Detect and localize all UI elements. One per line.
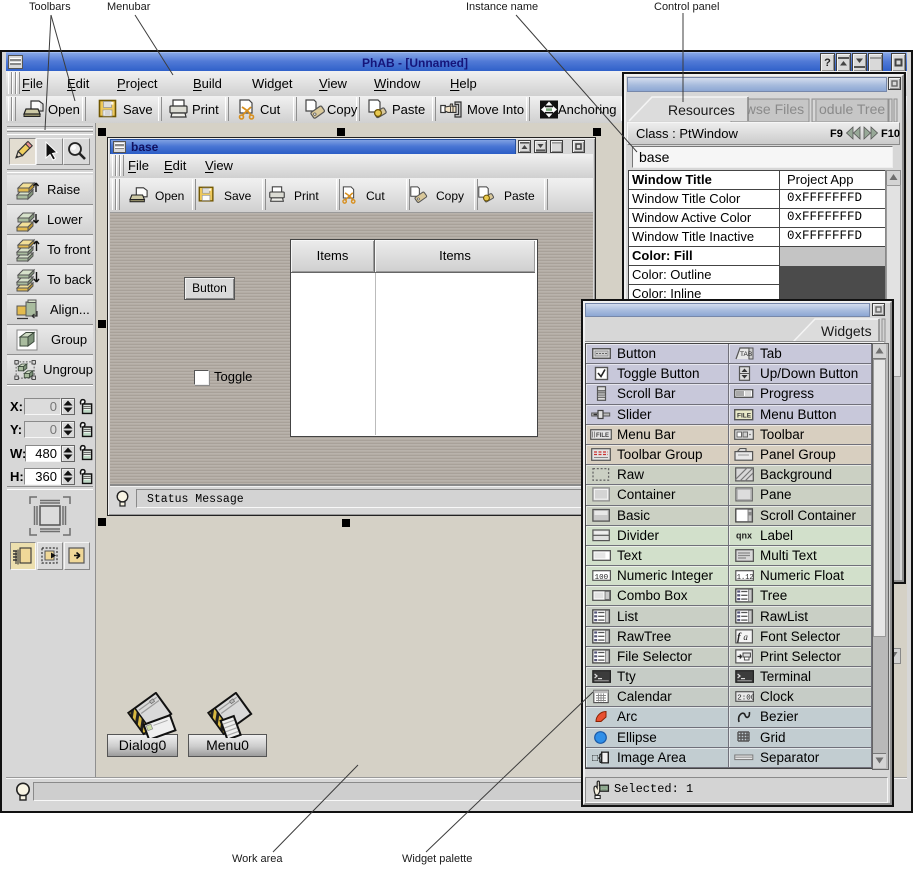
svg-text:Widgets: Widgets <box>821 323 872 339</box>
svg-text:odule Tree: odule Tree <box>819 101 885 117</box>
svg-text:2:00: 2:00 <box>737 695 754 703</box>
svg-text:FILE: FILE <box>737 412 752 419</box>
svg-text:100: 100 <box>594 574 608 582</box>
svg-text:□{: □{ <box>592 753 602 764</box>
svg-text:a: a <box>743 632 748 642</box>
svg-text:Resources: Resources <box>668 102 735 118</box>
svg-text:qnx: qnx <box>736 530 752 540</box>
svg-text:TAB: TAB <box>740 351 752 358</box>
svg-text:FILE: FILE <box>596 433 609 439</box>
svg-text:1.12: 1.12 <box>736 574 753 582</box>
